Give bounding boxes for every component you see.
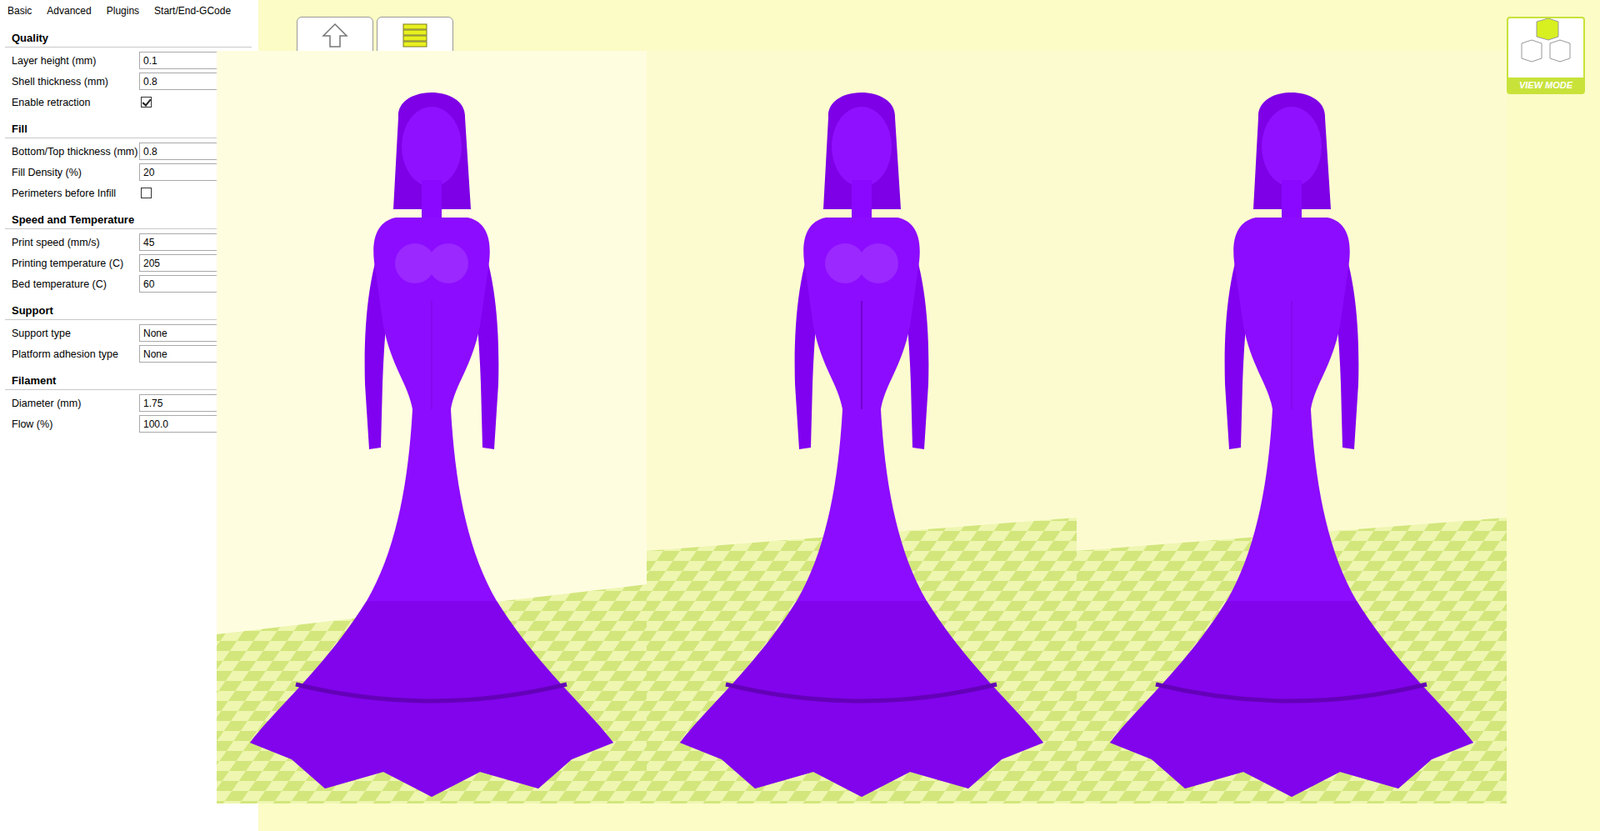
section-title: Filament	[5, 369, 252, 390]
text-field[interactable]: 0.8	[139, 142, 230, 160]
setting-label: Perimeters before Infill	[5, 187, 140, 200]
text-field[interactable]: 100.0	[139, 415, 230, 433]
setting-label: Printing temperature (C)	[5, 257, 140, 270]
figure-view[interactable]	[646, 50, 1077, 804]
section-title: Support	[5, 299, 252, 320]
tab[interactable]: Plugins	[105, 3, 140, 19]
setting-row: Enable retraction	[5, 91, 252, 113]
setting-label: Bottom/Top thickness (mm)	[5, 145, 140, 158]
section-title: Speed and Temperature	[5, 208, 252, 230]
tab[interactable]: Advanced	[45, 3, 92, 19]
layers-icon	[400, 22, 430, 48]
view-mode-label: VIEW MODE	[1508, 77, 1584, 93]
setting-label: Shell thickness (mm)	[5, 75, 140, 88]
setting-row: Perimeters before Infill	[5, 182, 252, 204]
settings-section: QualityLayer height (mm)0.1Shell thickne…	[5, 26, 252, 113]
setting-row: Diameter (mm)1.75	[5, 392, 252, 414]
tab[interactable]: Basic	[6, 3, 33, 19]
setting-row: Fill Density (%)20	[5, 161, 252, 183]
setting-label: Diameter (mm)	[5, 397, 140, 410]
setting-label: Support type	[5, 327, 140, 340]
section-title: Fill	[5, 117, 252, 139]
setting-label: Bed temperature (C)	[5, 278, 140, 290]
setting-label: Layer height (mm)	[5, 55, 140, 67]
text-field[interactable]: 0.8	[139, 72, 230, 90]
setting-row: Support typeNone	[5, 322, 252, 344]
setting-row: Layer height (mm)0.1	[5, 50, 252, 71]
settings-section: Speed and TemperaturePrint speed (mm/s)4…	[5, 208, 252, 295]
setting-label: Print speed (mm/s)	[5, 236, 140, 249]
setting-row: Shell thickness (mm)0.8	[5, 70, 252, 92]
setting-row: Bottom/Top thickness (mm)0.8	[5, 140, 252, 162]
text-field[interactable]: None	[139, 345, 230, 363]
text-field[interactable]: 20	[139, 163, 230, 181]
text-field[interactable]: 1.75	[139, 394, 230, 412]
text-field[interactable]: 60	[139, 275, 230, 293]
setting-label: Platform adhesion type	[5, 348, 140, 360]
figure-view[interactable]	[1076, 50, 1507, 804]
text-field[interactable]: 205	[139, 254, 230, 272]
settings-section: FilamentDiameter (mm)1.75Flow (%)100.0	[5, 369, 252, 435]
text-field[interactable]: 45	[139, 233, 230, 251]
setting-row: Platform adhesion typeNone	[5, 343, 252, 365]
up-arrow-icon	[320, 22, 350, 48]
setting-row: Flow (%)100.0	[5, 413, 252, 435]
model-render	[216, 50, 1507, 804]
setting-row: Printing temperature (C)205	[5, 252, 252, 274]
figure-view[interactable]	[216, 50, 647, 804]
setting-label: Enable retraction	[5, 96, 140, 109]
text-field[interactable]: 0.1	[139, 51, 230, 70]
setting-label: Flow (%)	[5, 418, 140, 430]
settings-section: SupportSupport typeNonePlatform adhesion…	[5, 299, 252, 365]
section-title: Quality	[5, 26, 252, 48]
text-field[interactable]: None	[139, 324, 230, 342]
setting-row: Bed temperature (C)60	[5, 273, 252, 295]
checkbox[interactable]	[140, 187, 152, 199]
setting-label: Fill Density (%)	[5, 166, 140, 179]
checkbox[interactable]	[140, 96, 152, 108]
cubes-icon	[1516, 18, 1575, 70]
settings-section: FillBottom/Top thickness (mm)0.8Fill Den…	[5, 117, 252, 204]
view-mode-button[interactable]: VIEW MODE	[1506, 16, 1585, 95]
tab[interactable]: Start/End-GCode	[153, 3, 232, 19]
tab-bar: Basic Advanced Plugins Start/End-GCode	[5, 3, 252, 27]
setting-row: Print speed (mm/s)45	[5, 231, 252, 253]
